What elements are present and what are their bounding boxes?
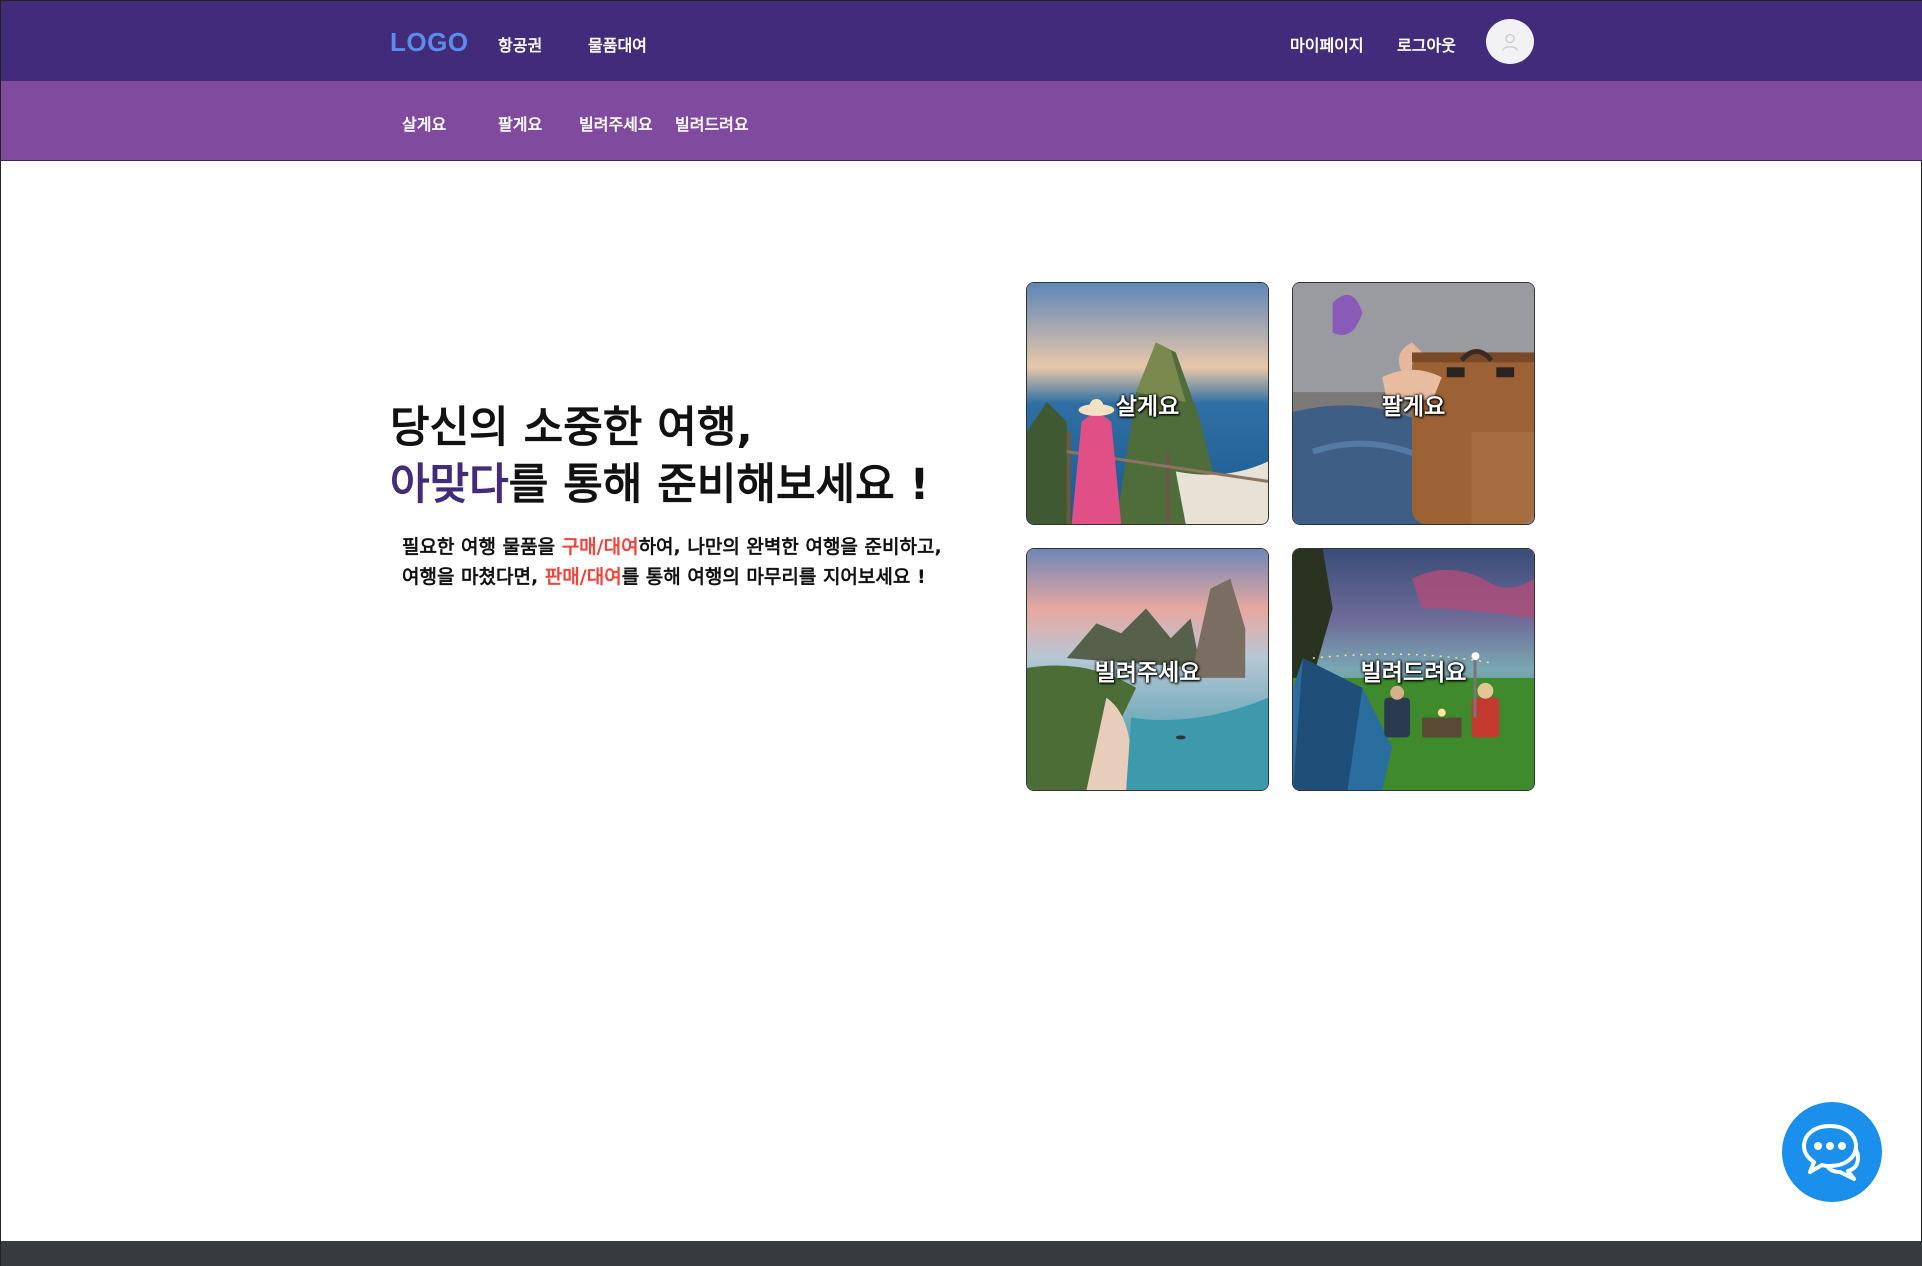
card-borrow-label: 빌려주세요	[1094, 659, 1201, 686]
hero-title-line2-rest: 를 통해 준비해보세요 !	[508, 460, 930, 510]
desc1-text-b: 하여, 나만의 완벽한 여행을 준비하고,	[638, 536, 942, 558]
mypage-link[interactable]: 마이페이지	[1290, 32, 1364, 56]
hero-title: 당신의 소중한 여행, 아맞다를 통해 준비해보세요 !	[390, 400, 929, 514]
card-lend-label: 빌려드려요	[1360, 659, 1467, 686]
avatar[interactable]	[1486, 19, 1534, 64]
logout-link[interactable]: 로그아웃	[1397, 32, 1456, 56]
hero-desc-line1: 필요한 여행 물품을 구매/대여하여, 나만의 완벽한 여행을 준비하고,	[402, 532, 942, 562]
card-sell-label: 팔게요	[1381, 393, 1446, 420]
hero-desc-line2: 여행을 마쳤다면, 판매/대여를 통해 여행의 마무리를 지어보세요 !	[402, 562, 942, 592]
subnav-buy[interactable]: 살게요	[402, 111, 446, 135]
sub-navigation: 살게요 팔게요 빌려주세요 빌려드려요	[1, 81, 1922, 161]
user-icon	[1501, 33, 1519, 51]
card-borrow[interactable]: 빌려주세요	[1026, 548, 1269, 791]
subnav-lend[interactable]: 빌려드려요	[675, 111, 749, 135]
subnav-borrow[interactable]: 빌려주세요	[579, 111, 653, 135]
brand-name: 아맞다	[390, 460, 509, 510]
desc2-highlight: 판매/대여	[544, 566, 622, 588]
hero-title-line1: 당신의 소중한 여행,	[390, 403, 753, 453]
hero-title-line2: 아맞다를 통해 준비해보세요 !	[390, 457, 929, 514]
hero-description: 필요한 여행 물품을 구매/대여하여, 나만의 완벽한 여행을 준비하고, 여행…	[402, 532, 942, 592]
card-sell[interactable]: 팔게요	[1292, 282, 1535, 525]
card-buy[interactable]: 살게요	[1026, 282, 1269, 525]
footer	[1, 1241, 1922, 1266]
card-buy-label: 살게요	[1115, 393, 1180, 420]
nav-flights[interactable]: 항공권	[498, 32, 542, 56]
chat-button[interactable]	[1782, 1102, 1882, 1202]
desc2-text-b: 를 통해 여행의 마무리를 지어보세요 !	[621, 566, 926, 588]
logo[interactable]: LOGO	[390, 27, 469, 58]
nav-item-rental[interactable]: 물품대여	[588, 32, 647, 56]
desc1-text-a: 필요한 여행 물품을	[402, 536, 562, 558]
card-lend[interactable]: 빌려드려요	[1292, 548, 1535, 791]
chat-bubble-icon	[1802, 1124, 1860, 1181]
desc1-highlight: 구매/대여	[561, 536, 639, 558]
desc2-text-a: 여행을 마쳤다면,	[402, 566, 545, 588]
subnav-sell[interactable]: 팔게요	[498, 111, 542, 135]
top-header: LOGO 항공권 물품대여 마이페이지 로그아웃	[1, 0, 1922, 81]
